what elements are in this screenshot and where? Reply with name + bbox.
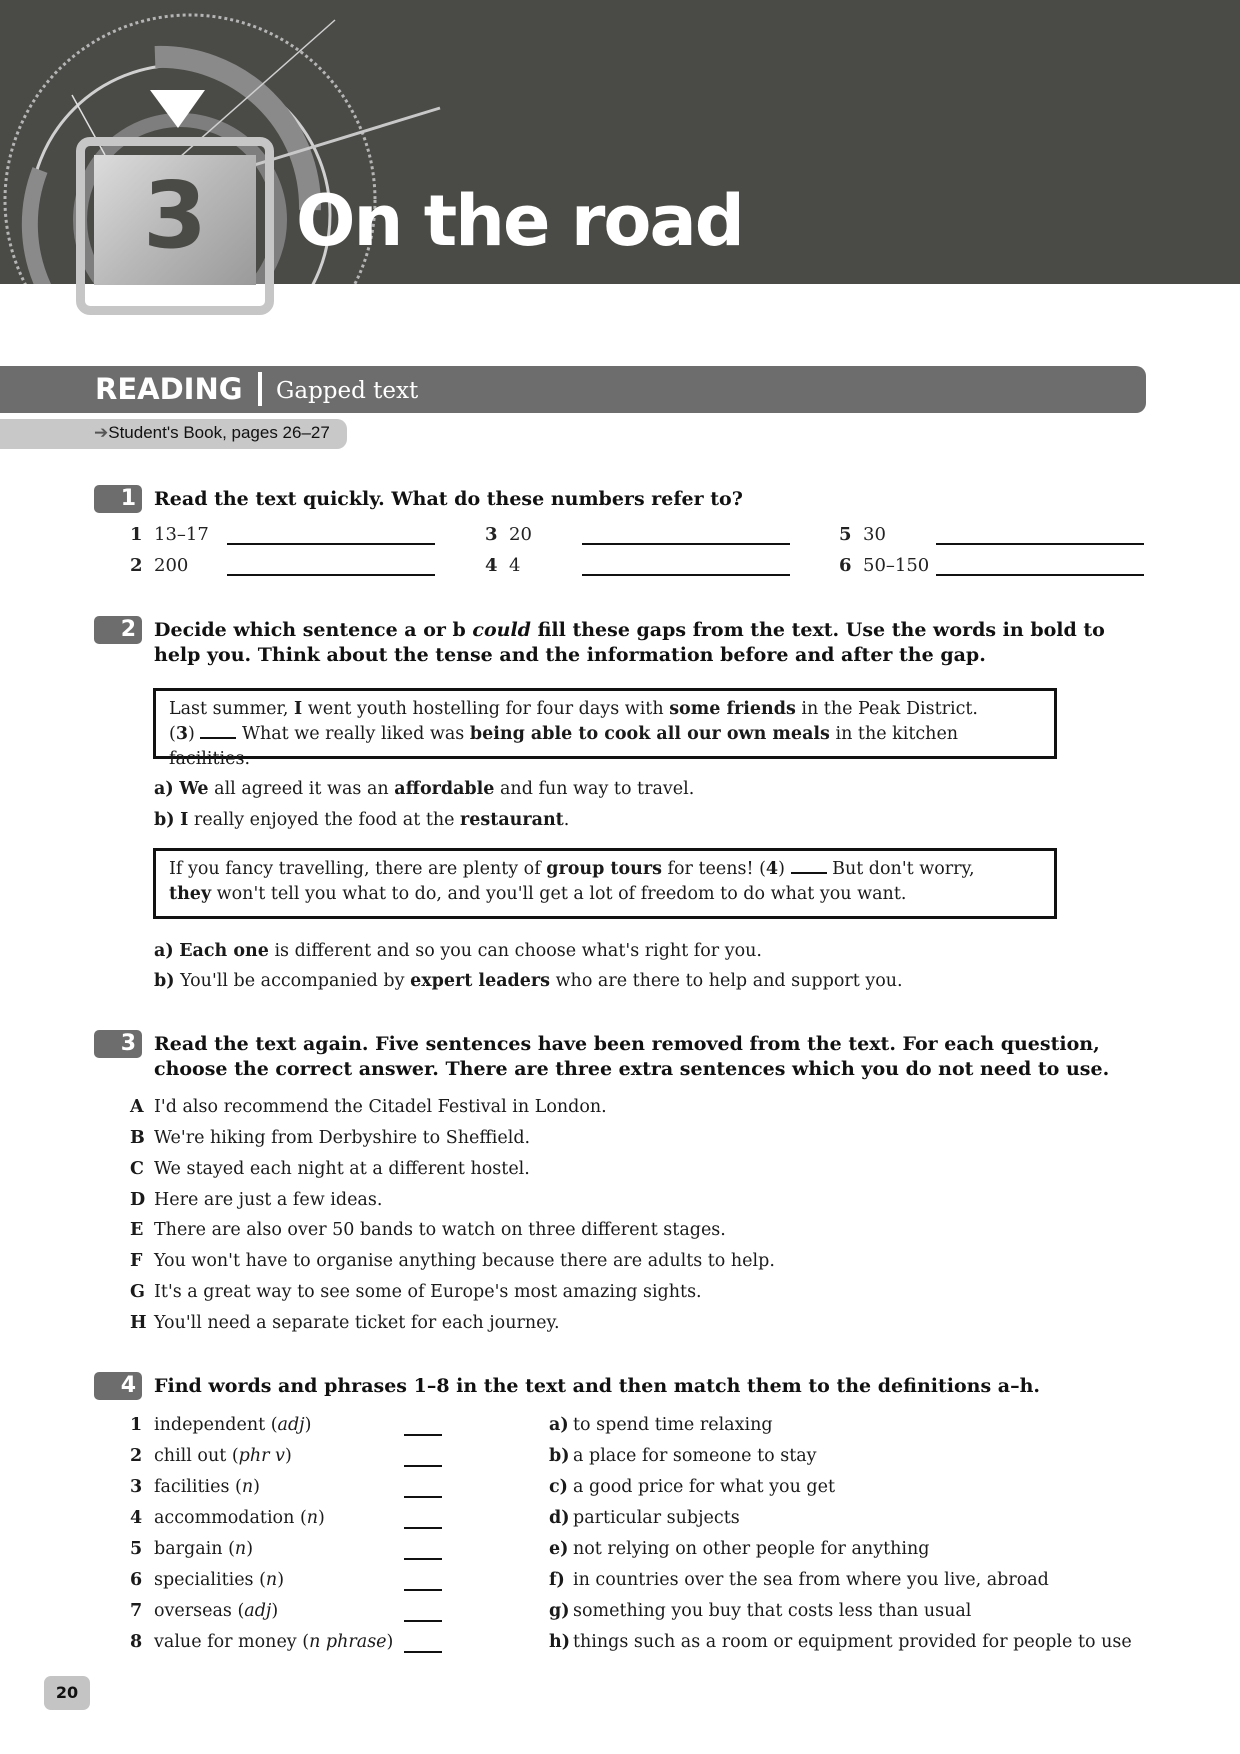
ex1-answer-line-3[interactable]	[582, 543, 790, 545]
ex1-item: 5 30	[839, 524, 886, 545]
sentence-option: E There are also over 50 bands to watch o…	[130, 1220, 726, 1240]
exercise-1-instruction: Read the text quickly. What do these num…	[154, 488, 743, 510]
gap-4-option-b[interactable]: b) You'll be accompanied by expert leade…	[154, 970, 903, 992]
word-item: 1 independent (adj)	[130, 1415, 312, 1435]
word-item: 6 specialities (n)	[130, 1570, 285, 1590]
ex1-answer-line-5[interactable]	[936, 543, 1144, 545]
gap-3-option-a[interactable]: a) We all agreed it was an affordable an…	[154, 778, 694, 800]
word-item: 4 accommodation (n)	[130, 1508, 325, 1528]
definition-item: g) something you buy that costs less than…	[549, 1601, 972, 1621]
ex1-item: 3 20	[485, 524, 532, 545]
gap-3-blank[interactable]	[200, 723, 237, 739]
match-answer-blank-8[interactable]	[404, 1651, 442, 1653]
definition-item: d) particular subjects	[549, 1508, 740, 1528]
sentence-option: F You won't have to organise anything bec…	[130, 1251, 775, 1271]
ex1-answer-line-4[interactable]	[582, 574, 790, 576]
exercise-2-instruction: Decide which sentence a or b could fill …	[154, 619, 1105, 666]
match-answer-blank-5[interactable]	[404, 1558, 442, 1560]
ex1-item: 2 200	[130, 555, 189, 576]
word-item: 8 value for money (n phrase)	[130, 1632, 394, 1652]
sentence-option: A I'd also recommend the Citadel Festival…	[130, 1097, 607, 1117]
section-divider	[258, 372, 262, 406]
exercise-number-3: 3	[94, 1030, 142, 1058]
word-item: 3 facilities (n)	[130, 1477, 260, 1497]
exercise-4-instruction: Find words and phrases 1–8 in the text a…	[154, 1375, 1041, 1397]
word-item: 2 chill out (phr v)	[130, 1446, 292, 1466]
book-reference-text: Student's Book, pages 26–27	[108, 423, 330, 442]
ex1-answer-line-2[interactable]	[227, 574, 435, 576]
ex1-answer-line-6[interactable]	[936, 574, 1144, 576]
gap-text-box-1: Last summer, I went youth hostelling for…	[153, 688, 1057, 769]
ex1-answer-line-1[interactable]	[227, 543, 435, 545]
gap-4-option-a[interactable]: a) Each one is different and so you can …	[154, 940, 762, 962]
section-title: READING	[95, 372, 243, 406]
gap-4-blank[interactable]	[790, 858, 827, 874]
sentence-option: G It's a great way to see some of Europe'…	[130, 1282, 702, 1302]
unit-title: On the road	[296, 180, 745, 262]
match-answer-blank-3[interactable]	[404, 1496, 442, 1498]
definition-item: b) a place for someone to stay	[549, 1446, 817, 1466]
definition-item: a) to spend time relaxing	[549, 1415, 773, 1435]
match-answer-blank-4[interactable]	[404, 1527, 442, 1529]
definition-item: h) things such as a room or equipment pro…	[549, 1632, 1132, 1652]
exercise-3-instruction: Read the text again. Five sentences have…	[154, 1033, 1110, 1080]
definition-item: f) in countries over the sea from where y…	[549, 1570, 1049, 1590]
match-answer-blank-6[interactable]	[404, 1589, 442, 1591]
sentence-option: H You'll need a separate ticket for each …	[130, 1313, 560, 1333]
word-item: 5 bargain (n)	[130, 1539, 254, 1559]
definition-item: c) a good price for what you get	[549, 1477, 835, 1497]
sentence-option: B We're hiking from Derbyshire to Sheffie…	[130, 1128, 531, 1148]
exercise-number-1: 1	[94, 485, 142, 513]
gap-3-option-b[interactable]: b) I really enjoyed the food at the rest…	[154, 809, 569, 831]
unit-number: 3	[142, 162, 207, 269]
exercise-number-2: 2	[94, 616, 142, 644]
page-number: 20	[44, 1676, 90, 1710]
gap-text-box-2: If you fancy travelling, there are plent…	[153, 848, 1057, 919]
ex1-item: 44	[485, 555, 521, 576]
definition-item: e) not relying on other people for anythi…	[549, 1539, 930, 1559]
ex1-item: 1 13–17	[130, 524, 209, 545]
exercise-number-4: 4	[94, 1372, 142, 1400]
sentence-option: D Here are just a few ideas.	[130, 1190, 383, 1210]
arrow-right-icon: ➔	[94, 423, 109, 442]
section-subtitle: Gapped text	[276, 378, 419, 404]
ex1-item: 6 50–150	[839, 555, 930, 576]
match-answer-blank-7[interactable]	[404, 1620, 442, 1622]
word-item: 7 overseas (adj)	[130, 1601, 279, 1621]
sentence-option: C We stayed each night at a different hos…	[130, 1159, 530, 1179]
match-answer-blank-2[interactable]	[404, 1465, 442, 1467]
match-answer-blank-1[interactable]	[404, 1434, 442, 1436]
book-reference: ➔Student's Book, pages 26–27	[94, 423, 330, 443]
